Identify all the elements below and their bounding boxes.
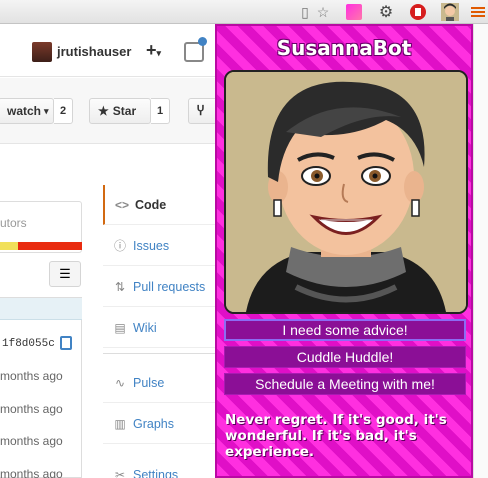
browser-toolbar: ▯ ☆ ⚙ — [0, 0, 488, 24]
code-icon: <> — [115, 197, 130, 212]
copy-icon[interactable] — [60, 336, 72, 350]
star-label: Star — [112, 104, 137, 118]
pull-request-icon: ⇅ — [114, 279, 126, 294]
tab-issues[interactable]: ⓘ Issues — [103, 226, 215, 266]
graph-icon: ▥ — [114, 416, 126, 431]
tab-label: Pull requests — [133, 279, 206, 294]
repo-nav: <> Code ⓘ Issues ⇅ Pull requests ▤ Wiki … — [103, 145, 215, 478]
watch-count[interactable]: 2 — [54, 98, 74, 124]
commit-header — [0, 298, 82, 320]
caret-down-icon: ▾ — [156, 48, 162, 58]
tab-wiki[interactable]: ▤ Wiki — [103, 308, 215, 348]
create-new-button[interactable]: +▾ — [146, 40, 161, 61]
tab-label: Pulse — [133, 375, 165, 390]
tab-pulse[interactable]: ∿ Pulse — [103, 363, 215, 403]
pulse-icon: ∿ — [114, 375, 126, 390]
caret-down-icon: ▾ — [44, 105, 49, 116]
fork-icon: Ⴤ — [197, 104, 205, 118]
list-icon: ☰ — [59, 266, 71, 281]
commit-time: months ago — [0, 369, 63, 383]
tab-label: Settings — [133, 467, 179, 478]
reader-icon[interactable]: ▯ — [296, 3, 314, 21]
bot-avatar-image — [224, 70, 468, 314]
watch-label: watch — [7, 104, 42, 118]
language-bar — [0, 242, 82, 250]
gear-extension-icon[interactable]: ⚙ — [377, 3, 395, 21]
schedule-meeting-button[interactable]: Schedule a Meeting with me! — [224, 373, 466, 395]
nav-divider — [103, 353, 215, 363]
tab-settings[interactable]: ✂ Settings — [103, 455, 215, 478]
bot-avatar-extension-icon[interactable] — [441, 3, 459, 21]
commit-time: months ago — [0, 467, 63, 478]
cartoon-woman-icon — [226, 72, 466, 312]
book-icon: ▤ — [114, 320, 126, 335]
avatar[interactable] — [32, 42, 52, 62]
notification-dot — [198, 37, 207, 46]
tab-code[interactable]: <> Code — [103, 185, 215, 225]
stop-extension-icon[interactable] — [409, 3, 427, 21]
commit-time: months ago — [0, 434, 63, 448]
list-view-button[interactable]: ☰ — [49, 261, 81, 287]
cuddle-huddle-button[interactable]: Cuddle Huddle! — [224, 346, 466, 368]
star-count[interactable]: 1 — [151, 98, 171, 124]
contributors-label: utors — [0, 216, 27, 230]
commit-time: months ago — [0, 402, 63, 416]
repo-summary: utors ☰ 1f8d055c months ago months ago m… — [0, 145, 90, 478]
tab-label: Wiki — [133, 320, 157, 335]
popup-title: SusannaBot — [276, 36, 412, 60]
star-icon: ★ — [98, 104, 109, 118]
star-button[interactable]: ★ Star — [89, 98, 151, 124]
plus-icon: + — [146, 40, 157, 60]
username-link[interactable]: jrutishauser — [57, 44, 131, 59]
issue-icon: ⓘ — [113, 239, 126, 253]
commit-list: 1f8d055c — [0, 297, 82, 478]
commit-sha-link[interactable]: 1f8d055c — [2, 338, 55, 350]
tab-label: Graphs — [133, 416, 174, 431]
tab-pull-requests[interactable]: ⇅ Pull requests — [103, 267, 215, 307]
watch-button[interactable]: watch ▾ — [0, 98, 54, 124]
screen: ▯ ☆ ⚙ jrutishauser +▾ watch ▾ 2 ★ Star 1… — [0, 0, 488, 478]
tools-icon: ✂ — [114, 467, 126, 478]
language-bar-segment — [0, 242, 18, 250]
tab-label: Issues — [133, 238, 170, 253]
tab-label: Code — [135, 197, 167, 212]
menu-icon[interactable] — [469, 3, 487, 21]
susannabot-popup: SusannaBot I need some advice! Cuddle Hu… — [215, 24, 473, 478]
advice-button[interactable]: I need some advice! — [224, 319, 466, 341]
tab-graphs[interactable]: ▥ Graphs — [103, 404, 215, 444]
gradient-extension-icon[interactable] — [345, 3, 363, 21]
page-scrollbar[interactable] — [473, 24, 488, 478]
language-bar-segment — [18, 242, 82, 250]
bookmark-star-icon[interactable]: ☆ — [314, 3, 332, 21]
bot-quote: Never regret. If it's good, it's wonderf… — [225, 412, 447, 460]
